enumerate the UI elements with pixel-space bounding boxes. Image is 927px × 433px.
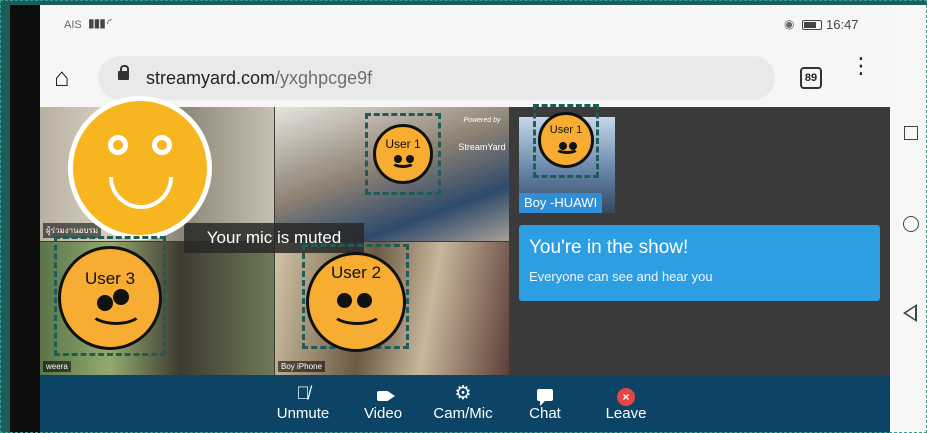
battery-icon	[802, 20, 822, 30]
user2-label: User 2	[330, 263, 382, 282]
tab-count-button[interactable]: 89	[800, 67, 822, 89]
phone-left-bezel	[10, 5, 40, 433]
leave-button[interactable]: × Leave	[591, 381, 661, 431]
smiley-eye-left	[108, 135, 128, 155]
close-circle-icon: ×	[591, 381, 661, 406]
participant-name-label: Boy iPhone	[278, 361, 325, 372]
url-domain: streamyard.com	[146, 68, 276, 88]
smiley-face-overlay	[68, 96, 212, 240]
smiley-mouth	[109, 177, 173, 209]
browser-address-bar: ⌂ streamyard.com/yxghpcge9f 89 ⋮	[40, 47, 890, 107]
user3-face: User 3	[58, 246, 162, 350]
android-nav-bar	[890, 5, 927, 433]
chat-button[interactable]: Chat	[510, 381, 580, 431]
participant-name-label: weera	[43, 361, 71, 372]
studio-toolbar: 🎙̸ Unmute Video ⚙ Cam/Mic Chat × Leave	[40, 375, 890, 433]
user1-self-face: User 1	[538, 112, 594, 168]
video-label: Video	[363, 405, 403, 422]
streamyard-logo: StreamYard	[458, 142, 506, 152]
user1-self-label: User 1	[549, 124, 583, 136]
signal-wifi-icon: ▮▮▮ ◜	[88, 16, 112, 30]
chat-label: Chat	[529, 405, 561, 422]
cam-mic-label: Cam/Mic	[433, 405, 493, 422]
video-camera-icon	[348, 381, 418, 405]
url-path: /yxghpcge9f	[275, 68, 373, 88]
unmute-label: Unmute	[276, 405, 330, 422]
show-subtitle: Everyone can see and hear you	[529, 269, 713, 284]
smiley-eye-right	[152, 135, 172, 155]
unmute-button[interactable]: 🎙̸ Unmute	[268, 381, 338, 431]
user2-face: User 2	[306, 252, 406, 352]
user1-face: User 1	[373, 124, 433, 184]
browser-menu-icon[interactable]: ⋮	[850, 55, 872, 91]
user1-label: User 1	[385, 137, 421, 151]
powered-by-label: Powered by	[463, 117, 501, 124]
video-button[interactable]: Video	[348, 381, 418, 431]
clock-time: 16:47	[826, 17, 859, 32]
home-circle-icon[interactable]	[903, 216, 919, 232]
chat-icon	[510, 381, 580, 406]
screenshot-frame: AIS ▮▮▮ ◜ ◉ 16:47 ⌂ streamyard.com/yxghp…	[0, 0, 927, 433]
carrier-label: AIS	[64, 19, 82, 31]
mic-off-icon: 🎙̸	[296, 383, 310, 403]
lock-icon	[118, 65, 129, 80]
show-title: You're in the show!	[529, 237, 689, 258]
gear-icon: ⚙	[454, 383, 472, 404]
back-triangle-icon[interactable]	[903, 304, 917, 322]
android-status-bar: AIS ▮▮▮ ◜ ◉ 16:47	[40, 5, 890, 47]
eye-comfort-icon: ◉	[784, 17, 795, 31]
user3-label: User 3	[84, 269, 136, 288]
url-field[interactable]: streamyard.com/yxghpcge9f	[98, 56, 775, 100]
in-show-card: You're in the show! Everyone can see and…	[519, 225, 880, 301]
home-icon[interactable]: ⌂	[54, 64, 82, 92]
leave-label: Leave	[605, 405, 647, 422]
recent-apps-icon[interactable]	[904, 126, 918, 140]
cam-mic-button[interactable]: ⚙ Cam/Mic	[428, 381, 498, 431]
self-name-label: Boy -HUAWI	[519, 193, 603, 213]
url-text: streamyard.com/yxghpcge9f	[146, 68, 372, 89]
